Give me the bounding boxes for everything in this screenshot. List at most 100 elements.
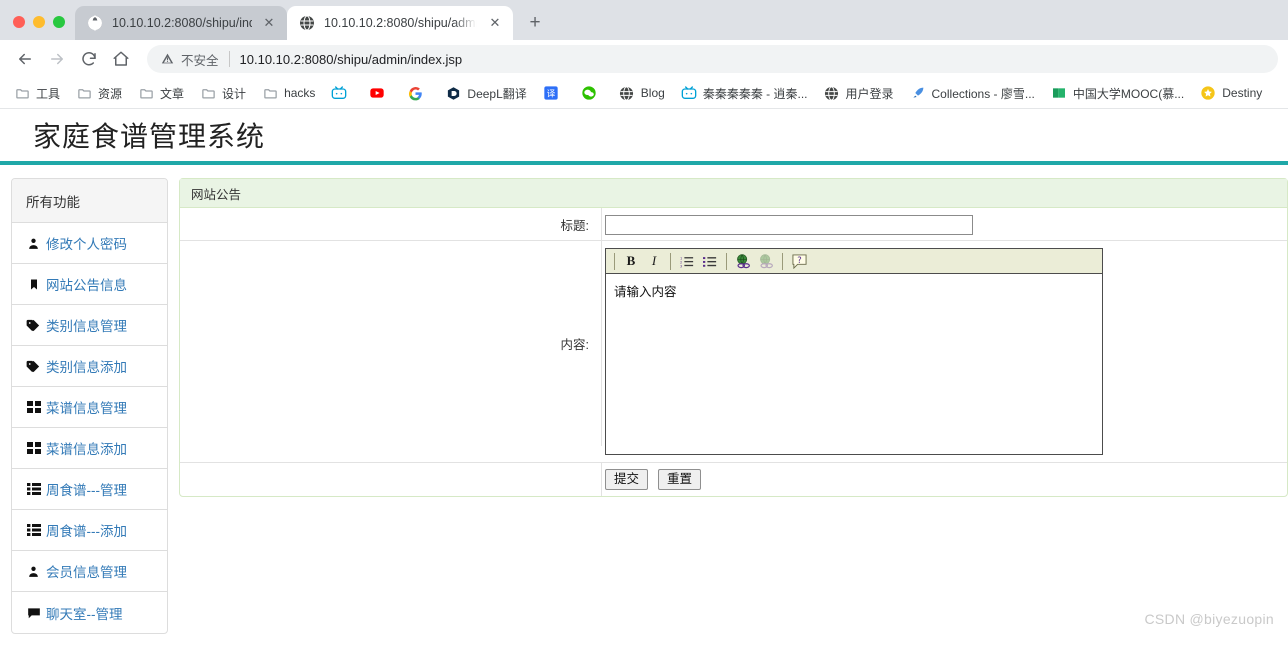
sidebar-item-recipe-add[interactable]: 菜谱信息添加	[12, 428, 167, 469]
close-icon[interactable]: ✕	[487, 15, 503, 31]
bookmark-label: Collections - 廖雪...	[931, 86, 1035, 101]
url-text: 10.10.10.2:8080/shipu/admin/index.jsp	[239, 51, 463, 67]
address-bar[interactable]: 不安全 10.10.10.2:8080/shipu/admin/index.js…	[147, 45, 1278, 73]
page-layout: 所有功能 修改个人密码 网站公告信息 类别信息管理 类别信息添加 菜谱信息管理	[0, 165, 1288, 634]
close-window-button[interactable]	[13, 16, 25, 28]
form-row-buttons: 提交 重置	[180, 463, 1287, 496]
bilibili-icon	[681, 85, 697, 101]
translate-icon: 译	[543, 85, 559, 101]
sidebar-item-label: 菜谱信息添加	[46, 442, 127, 457]
tags-icon	[26, 359, 41, 374]
sidebar-header: 所有功能	[12, 179, 167, 223]
remove-link-icon[interactable]	[755, 251, 777, 272]
bookmark-item[interactable]: 译	[535, 82, 573, 104]
bookmark-label: 文章	[160, 86, 185, 101]
bookmark-item[interactable]: Blog	[611, 82, 673, 104]
title-input[interactable]	[605, 215, 973, 235]
reload-icon[interactable]	[74, 44, 104, 74]
editor-content-area[interactable]: 请输入内容	[606, 274, 1102, 454]
bookmark-item[interactable]: 用户登录	[816, 82, 902, 105]
content-field-cell: B I 123 ? 请输入内容	[602, 241, 1287, 462]
bookmark-label: 设计	[222, 86, 247, 101]
title-field-label-cell: 标题:	[180, 208, 602, 241]
browser-tab-2[interactable]: 10.10.10.2:8080/shipu/admin/index.jsp ✕	[287, 6, 513, 40]
reset-button[interactable]: 重置	[658, 469, 702, 490]
sidebar-item-category-manage[interactable]: 类别信息管理	[12, 305, 167, 346]
bookmark-label: Blog	[640, 86, 665, 100]
submit-button[interactable]: 提交	[605, 469, 649, 490]
sidebar-item-label: 周食谱---添加	[46, 524, 127, 539]
bookmark-item[interactable]: 工具	[6, 82, 68, 105]
bookmark-item[interactable]: 文章	[130, 82, 192, 105]
bookmark-label: DeepL翻译	[467, 86, 527, 101]
sidebar-item-weekly-menu-add[interactable]: 周食谱---添加	[12, 510, 167, 551]
bookmark-label: hacks	[284, 86, 316, 100]
tab-title: 10.10.10.2:8080/shipu/index#	[112, 16, 252, 30]
sidebar-item-recipe-manage[interactable]: 菜谱信息管理	[12, 387, 167, 428]
sidebar-item-label: 会员信息管理	[46, 565, 127, 580]
bookmark-item[interactable]: Destiny	[1192, 82, 1270, 104]
bookmark-item[interactable]: hacks	[254, 82, 323, 104]
bookmark-item[interactable]: Collections - 廖雪...	[902, 82, 1043, 105]
bookmark-item[interactable]: 资源	[68, 82, 130, 105]
insert-link-icon[interactable]	[732, 251, 754, 272]
globe-icon	[619, 85, 635, 101]
bookmark-item[interactable]	[573, 82, 611, 104]
sidebar-item-category-add[interactable]: 类别信息添加	[12, 346, 167, 387]
panel-heading: 网站公告	[180, 179, 1287, 208]
bilibili-icon	[331, 85, 347, 101]
not-secure-warning-icon	[161, 52, 174, 67]
forward-icon[interactable]	[42, 44, 72, 74]
sidebar-item-chatroom-manage[interactable]: 聊天室--管理	[12, 592, 167, 633]
unordered-list-icon[interactable]	[699, 251, 721, 272]
bookmark-item[interactable]: 设计	[192, 82, 254, 105]
sidebar-item-label: 修改个人密码	[46, 237, 127, 252]
rich-text-editor: B I 123 ? 请输入内容	[605, 248, 1103, 455]
watermark-label: CSDN @biyezuopin	[1144, 611, 1274, 627]
back-icon[interactable]	[10, 44, 40, 74]
help-icon[interactable]: ?	[788, 251, 810, 272]
sidebar-item-member-manage[interactable]: 会员信息管理	[12, 551, 167, 592]
title-field-cell	[602, 208, 1287, 240]
browser-tab-1[interactable]: 10.10.10.2:8080/shipu/index# ✕	[75, 6, 287, 40]
list-icon	[26, 482, 41, 497]
page-title: 家庭食谱管理系统	[33, 120, 266, 153]
tab-title: 10.10.10.2:8080/shipu/admin/index.jsp	[324, 16, 478, 30]
close-icon[interactable]: ✕	[261, 15, 277, 31]
content-field-label-cell: 内容:	[180, 241, 602, 446]
security-status-label: 不安全	[181, 53, 219, 68]
maximize-window-button[interactable]	[53, 16, 65, 28]
svg-text:3: 3	[680, 264, 682, 268]
bookmark-item[interactable]	[399, 82, 437, 104]
bookmark-label: 中国大学MOOC(慕...	[1072, 86, 1185, 101]
user-icon	[26, 564, 41, 579]
bookmark-label: 工具	[36, 86, 61, 101]
home-icon[interactable]	[106, 44, 136, 74]
italic-icon[interactable]: I	[643, 251, 665, 272]
deepl-icon	[445, 85, 461, 101]
rocket-icon	[910, 85, 926, 101]
sidebar-item-weekly-menu-manage[interactable]: 周食谱---管理	[12, 469, 167, 510]
bookmark-item[interactable]: 秦秦秦秦秦 - 逍秦...	[673, 82, 816, 105]
sidebar-item-label: 周食谱---管理	[46, 483, 127, 498]
bookmark-label: 秦秦秦秦秦 - 逍秦...	[702, 86, 808, 101]
tab-strip: 10.10.10.2:8080/shipu/index# ✕ 10.10.10.…	[0, 0, 1288, 40]
new-tab-button[interactable]: +	[521, 8, 549, 36]
editor-toolbar: B I 123 ?	[606, 249, 1102, 274]
bookmark-item[interactable]	[323, 82, 361, 104]
bookmark-item[interactable]: 中国大学MOOC(慕...	[1043, 82, 1192, 105]
folder-icon	[200, 85, 216, 101]
minimize-window-button[interactable]	[33, 16, 45, 28]
sidebar-item-change-password[interactable]: 修改个人密码	[12, 223, 167, 264]
bold-icon[interactable]: B	[620, 251, 642, 272]
sidebar-item-announcements[interactable]: 网站公告信息	[12, 264, 167, 305]
ordered-list-icon[interactable]: 123	[676, 251, 698, 272]
sidebar-item-label: 聊天室--管理	[46, 606, 123, 622]
bookmark-item[interactable]: DeepL翻译	[437, 82, 534, 105]
content-label: 内容:	[560, 338, 589, 352]
toolbar-separator	[614, 252, 615, 270]
omnibox-divider	[228, 51, 230, 67]
site-header: 家庭食谱管理系统	[0, 109, 1288, 165]
bookmark-item[interactable]	[361, 82, 399, 104]
form-row-title: 标题:	[180, 208, 1287, 241]
